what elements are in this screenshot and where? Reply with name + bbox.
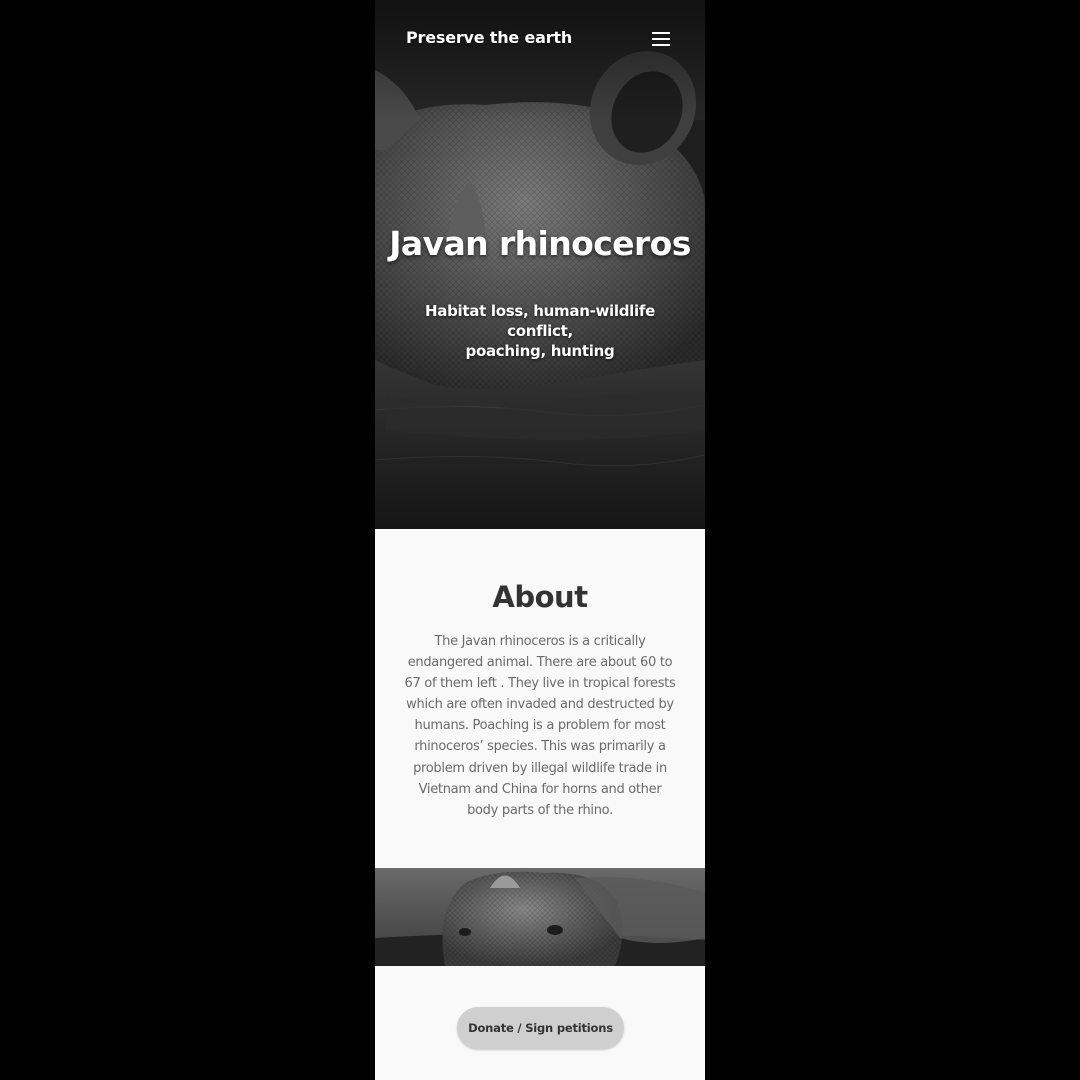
donate-sign-petitions-button[interactable]: Donate / Sign petitions — [457, 1007, 624, 1049]
about-text-line: humans. Poaching is a problem for most — [414, 718, 666, 734]
hero-subtitle-line: Habitat loss, human-wildlife conflict, — [425, 302, 655, 340]
about-text-line: 67 of them left . They live in tropical … — [404, 676, 676, 692]
top-navigation: Preserve the earth — [375, 0, 705, 80]
about-section: About The Javan rhinoceros is a critical… — [375, 529, 705, 868]
call-to-action-section: Donate / Sign petitions — [375, 966, 705, 1080]
hamburger-menu-icon[interactable] — [649, 28, 673, 50]
about-text-line: body parts of the rhino. — [467, 802, 613, 818]
about-text-line: Vietnam and China for horns and other — [418, 781, 662, 797]
about-text-line: rhinoceros’ species. This was primarily … — [414, 739, 666, 755]
about-paragraph: The Javan rhinoceros is a critically end… — [403, 631, 677, 821]
hero-title: Javan rhinoceros — [389, 224, 691, 263]
hero-subtitle: Habitat loss, human-wildlife conflict, p… — [395, 301, 685, 361]
about-text-line: problem driven by illegal wildlife trade… — [413, 760, 667, 776]
hero-subtitle-line: poaching, hunting — [465, 342, 615, 360]
about-heading: About — [492, 580, 588, 614]
brand-logo-text[interactable]: Preserve the earth — [406, 28, 572, 47]
about-text-line: The Javan rhinoceros is a critically — [434, 634, 646, 649]
about-text-line: which are often invaded and destructed b… — [406, 697, 674, 713]
hero-section: Preserve the earth Javan rhinoceros Habi… — [375, 0, 705, 529]
rhinoceros-strip-image — [375, 868, 705, 966]
about-text-line: endangered animal. There are about 60 to — [407, 655, 673, 671]
mobile-page: Preserve the earth Javan rhinoceros Habi… — [375, 0, 705, 1080]
